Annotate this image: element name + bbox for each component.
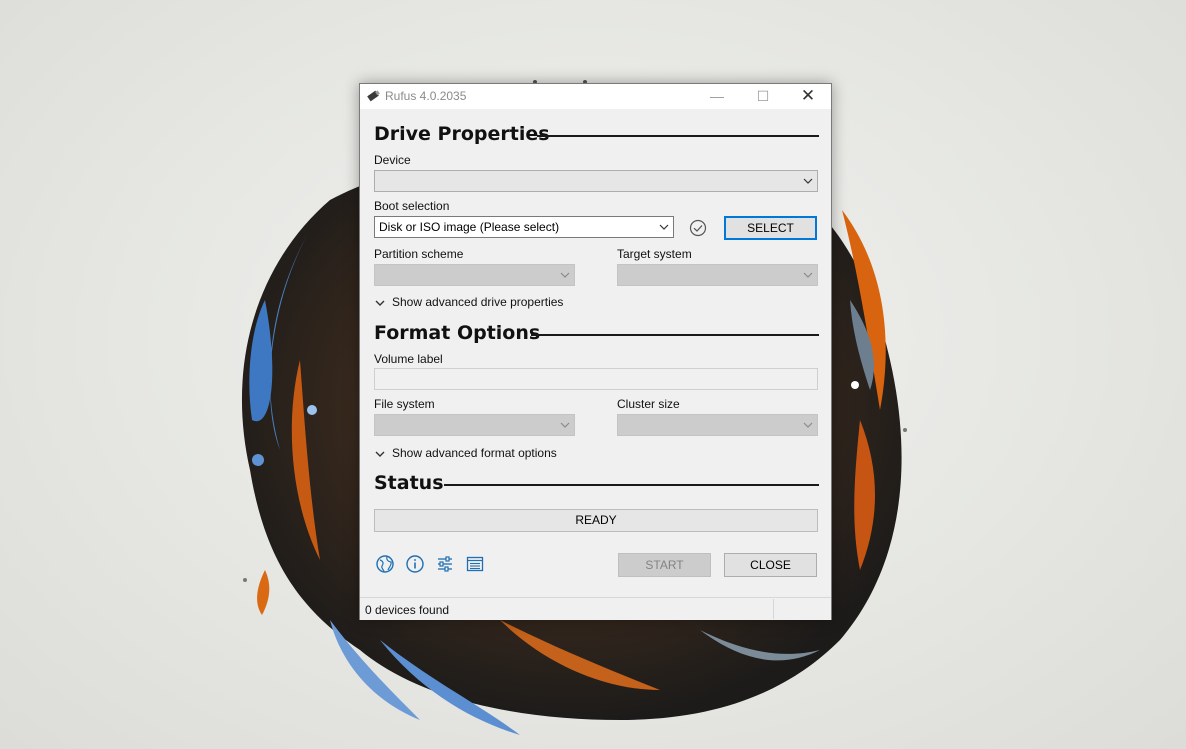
info-icon[interactable] xyxy=(405,554,425,574)
format-options-rule xyxy=(531,334,819,336)
show-advanced-format-options[interactable]: Show advanced format options xyxy=(374,446,557,460)
window-close-button[interactable]: ✕ xyxy=(785,84,831,109)
usb-drive-icon xyxy=(367,90,380,102)
minimize-button[interactable]: — xyxy=(694,84,740,109)
boot-selection-value: Disk or ISO image (Please select) xyxy=(379,220,560,234)
cluster-size-dropdown[interactable] xyxy=(617,414,818,436)
chevron-down-icon xyxy=(560,272,570,278)
drive-properties-heading: Drive Properties xyxy=(374,123,550,145)
maximize-button[interactable]: ☐ xyxy=(740,84,786,109)
partition-scheme-label: Partition scheme xyxy=(374,247,464,261)
rufus-window: Rufus 4.0.2035 — ☐ ✕ Drive Properties De… xyxy=(359,83,832,620)
partition-scheme-dropdown[interactable] xyxy=(374,264,575,286)
chevron-down-icon xyxy=(803,272,813,278)
status-rule xyxy=(444,484,819,486)
log-icon[interactable] xyxy=(465,554,485,574)
file-system-dropdown[interactable] xyxy=(374,414,575,436)
device-label: Device xyxy=(374,153,411,167)
drive-properties-rule xyxy=(537,135,819,137)
select-button[interactable]: SELECT xyxy=(724,216,817,240)
volume-label-label: Volume label xyxy=(374,352,443,366)
check-hash-icon[interactable] xyxy=(689,219,707,237)
globe-icon[interactable] xyxy=(375,554,395,574)
status-bar: 0 devices found xyxy=(360,597,831,620)
boot-selection-label: Boot selection xyxy=(374,199,450,213)
window-title: Rufus 4.0.2035 xyxy=(385,89,467,103)
advanced-drive-label: Show advanced drive properties xyxy=(392,295,564,309)
start-button[interactable]: START xyxy=(618,553,711,577)
status-heading: Status xyxy=(374,472,444,494)
device-count-text: 0 devices found xyxy=(365,603,450,617)
chevron-down-icon xyxy=(560,422,570,428)
device-dropdown[interactable] xyxy=(374,170,818,192)
chevron-down-icon xyxy=(803,422,813,428)
target-system-dropdown[interactable] xyxy=(617,264,818,286)
chevron-down-icon xyxy=(659,224,669,230)
chevron-down-icon xyxy=(375,300,385,306)
file-system-label: File system xyxy=(374,397,435,411)
advanced-format-label: Show advanced format options xyxy=(392,446,557,460)
volume-label-input[interactable] xyxy=(374,368,818,390)
cluster-size-label: Cluster size xyxy=(617,397,680,411)
chevron-down-icon xyxy=(803,178,813,184)
boot-selection-dropdown[interactable]: Disk or ISO image (Please select) xyxy=(374,216,674,238)
chevron-down-icon xyxy=(375,451,385,457)
target-system-label: Target system xyxy=(617,247,692,261)
title-bar[interactable]: Rufus 4.0.2035 — ☐ ✕ xyxy=(360,84,831,109)
status-bar-separator xyxy=(773,599,774,619)
show-advanced-drive-properties[interactable]: Show advanced drive properties xyxy=(374,295,563,309)
format-options-heading: Format Options xyxy=(374,322,541,344)
progress-bar: READY xyxy=(374,509,818,532)
close-button[interactable]: CLOSE xyxy=(724,553,817,577)
settings-sliders-icon[interactable] xyxy=(435,554,455,574)
